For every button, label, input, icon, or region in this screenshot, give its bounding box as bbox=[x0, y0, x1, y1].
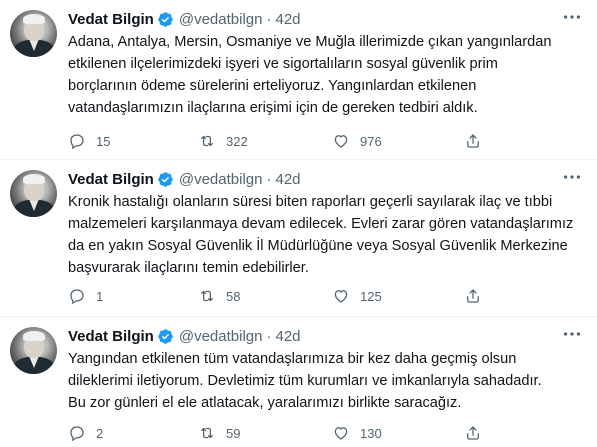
retweet-icon bbox=[201, 290, 213, 302]
verified-badge-icon bbox=[158, 328, 173, 344]
share-icon bbox=[467, 289, 479, 303]
heart-icon bbox=[334, 290, 348, 303]
avatar[interactable] bbox=[10, 10, 57, 57]
separator-dot: · bbox=[266, 170, 272, 188]
tweet-actions: 15 322 976 bbox=[68, 131, 482, 151]
more-dots-icon[interactable] bbox=[561, 6, 583, 28]
tweet-content: Vedat Bilgin @vedatbilgn · 42d Kronik ha… bbox=[68, 168, 580, 279]
retweet-button[interactable]: 59 bbox=[198, 424, 318, 442]
author-name[interactable]: Vedat Bilgin bbox=[68, 328, 154, 345]
tweet-header: Vedat Bilgin @vedatbilgn · 42d bbox=[68, 8, 580, 30]
reply-button[interactable]: 15 bbox=[68, 132, 176, 150]
author-handle[interactable]: @vedatbilgn bbox=[179, 171, 263, 188]
reply-icon bbox=[70, 289, 84, 305]
retweet-count: 58 bbox=[226, 288, 241, 304]
more-dots-icon[interactable] bbox=[561, 166, 583, 188]
tweet-text: Adana, Antalya, Mersin, Osmaniye ve Muğl… bbox=[68, 34, 552, 116]
tweet[interactable]: Vedat Bilgin @vedatbilgn · 42d Adana, An… bbox=[0, 0, 597, 160]
reply-button[interactable]: 2 bbox=[68, 424, 176, 442]
verified-badge-icon bbox=[158, 11, 173, 27]
tweet-header: Vedat Bilgin @vedatbilgn · 42d bbox=[68, 168, 580, 190]
tweet-content: Vedat Bilgin @vedatbilgn · 42d Yangından… bbox=[68, 325, 580, 414]
tweet-actions: 1 58 125 bbox=[68, 286, 482, 306]
share-button[interactable] bbox=[464, 132, 482, 150]
reply-count: 15 bbox=[96, 133, 111, 149]
tweet-actions: 2 59 130 bbox=[68, 423, 482, 443]
like-count: 130 bbox=[360, 425, 382, 441]
author-handle[interactable]: @vedatbilgn bbox=[179, 328, 263, 345]
heart-icon bbox=[334, 427, 348, 440]
author-name[interactable]: Vedat Bilgin bbox=[68, 11, 154, 28]
tweet-timeline: Vedat Bilgin @vedatbilgn · 42d Adana, An… bbox=[0, 0, 597, 447]
verified-badge-icon bbox=[158, 171, 173, 187]
tweet-text: Yangından etkilenen tüm vatandaşlarımıza… bbox=[68, 351, 542, 411]
reply-count: 1 bbox=[96, 288, 104, 304]
like-count: 125 bbox=[360, 288, 382, 304]
tweet-text: Kronik hastalığı olanların süresi biten … bbox=[68, 194, 574, 276]
share-button[interactable] bbox=[464, 424, 482, 442]
reply-button[interactable]: 1 bbox=[68, 287, 176, 305]
tweet-time[interactable]: 42d bbox=[275, 11, 300, 28]
separator-dot: · bbox=[266, 10, 272, 28]
reply-icon bbox=[70, 134, 84, 150]
retweet-button[interactable]: 322 bbox=[198, 132, 318, 150]
author-handle[interactable]: @vedatbilgn bbox=[179, 11, 263, 28]
tweet-time[interactable]: 42d bbox=[275, 328, 300, 345]
avatar[interactable] bbox=[10, 170, 57, 217]
tweet[interactable]: Vedat Bilgin @vedatbilgn · 42d Yangından… bbox=[0, 317, 597, 447]
tweet-content: Vedat Bilgin @vedatbilgn · 42d Adana, An… bbox=[68, 8, 580, 119]
separator-dot: · bbox=[266, 327, 272, 345]
retweet-count: 322 bbox=[226, 133, 248, 149]
like-button[interactable]: 125 bbox=[332, 287, 464, 305]
retweet-icon bbox=[201, 135, 213, 147]
share-button[interactable] bbox=[464, 287, 482, 305]
reply-icon bbox=[70, 426, 84, 442]
like-count: 976 bbox=[360, 133, 382, 149]
tweet-time[interactable]: 42d bbox=[275, 171, 300, 188]
share-icon bbox=[467, 134, 479, 148]
avatar[interactable] bbox=[10, 327, 57, 374]
author-name[interactable]: Vedat Bilgin bbox=[68, 171, 154, 188]
like-button[interactable]: 130 bbox=[332, 424, 464, 442]
more-dots-icon[interactable] bbox=[561, 323, 583, 345]
retweet-button[interactable]: 58 bbox=[198, 287, 318, 305]
retweet-icon bbox=[201, 427, 213, 439]
reply-count: 2 bbox=[96, 425, 104, 441]
tweet-header: Vedat Bilgin @vedatbilgn · 42d bbox=[68, 325, 580, 347]
tweet[interactable]: Vedat Bilgin @vedatbilgn · 42d Kronik ha… bbox=[0, 160, 597, 317]
share-icon bbox=[467, 426, 479, 440]
retweet-count: 59 bbox=[226, 425, 241, 441]
like-button[interactable]: 976 bbox=[332, 132, 464, 150]
heart-icon bbox=[334, 135, 348, 148]
